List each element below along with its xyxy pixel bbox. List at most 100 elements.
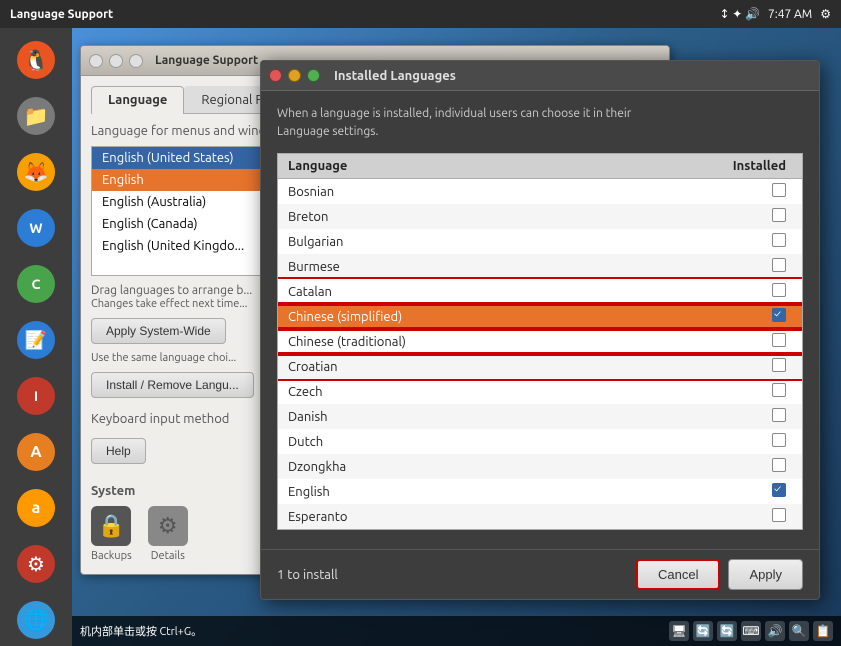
table-row[interactable]: Breton	[278, 204, 802, 229]
apply-button[interactable]: Apply	[728, 559, 803, 590]
table-row[interactable]: Chinese (traditional)	[278, 329, 802, 354]
dialog-title: Installed Languages	[334, 69, 456, 83]
lang-name-cell: Bulgarian	[278, 229, 611, 254]
catalan-checkbox[interactable]	[772, 283, 786, 297]
table-row[interactable]: Czech	[278, 379, 802, 404]
languages-table-container[interactable]: Language Installed BosnianBretonBulgaria…	[277, 153, 803, 530]
sidebar-item-amazon[interactable]: a	[9, 482, 63, 534]
dialog-maximize-button[interactable]	[307, 69, 320, 82]
lang-name-cell: Breton	[278, 204, 611, 229]
lang-name-cell: Esperanto	[278, 504, 611, 529]
bottom-icon-monitor[interactable]: 🖥	[669, 621, 689, 641]
sidebar-item-fonts[interactable]: A	[9, 426, 63, 478]
lang-name-cell: Croatian	[278, 354, 611, 379]
bottom-icon-keyboard[interactable]: ⌨	[741, 621, 761, 641]
apply-system-wide-button[interactable]: Apply System-Wide	[91, 318, 226, 344]
help-button[interactable]: Help	[91, 438, 146, 464]
dutch-checkbox[interactable]	[772, 433, 786, 447]
table-row[interactable]: Bulgarian	[278, 229, 802, 254]
network-icon: 🌐	[17, 601, 55, 639]
writer2-icon: 📝	[17, 321, 55, 359]
bosnian-checkbox[interactable]	[772, 183, 786, 197]
col-installed-header: Installed	[611, 154, 802, 179]
bottom-icon-sound[interactable]: 🔊	[765, 621, 785, 641]
firefox-icon: 🦊	[17, 153, 55, 191]
dialog-description: When a language is installed, individual…	[277, 105, 803, 141]
table-row[interactable]: Burmese	[278, 254, 802, 279]
english-checkbox[interactable]	[772, 483, 786, 497]
lang-installed-cell[interactable]	[611, 379, 802, 404]
lang-name-cell: Burmese	[278, 254, 611, 279]
sidebar-item-network[interactable]: 🌐	[9, 594, 63, 646]
window-minimize-button[interactable]	[109, 54, 123, 68]
details-icon-item[interactable]: ⚙ Details	[148, 506, 188, 562]
chinese_(simplified)-checkbox[interactable]	[772, 308, 786, 322]
col-language-header: Language	[278, 154, 611, 179]
system-settings-icon: ⚙	[17, 545, 55, 583]
lang-installed-cell[interactable]	[611, 404, 802, 429]
dialog-minimize-button[interactable]	[288, 69, 301, 82]
table-row[interactable]: English	[278, 479, 802, 504]
lang-installed-cell[interactable]	[611, 229, 802, 254]
sidebar-item-files[interactable]: 📁	[9, 90, 63, 142]
table-row[interactable]: Esperanto	[278, 504, 802, 529]
lang-name-cell: Dzongkha	[278, 454, 611, 479]
lang-installed-cell[interactable]	[611, 479, 802, 504]
croatian-checkbox[interactable]	[772, 358, 786, 372]
czech-checkbox[interactable]	[772, 383, 786, 397]
backups-icon-item[interactable]: 🔒 Backups	[91, 506, 132, 562]
sidebar-item-calc[interactable]: C	[9, 258, 63, 310]
cancel-button[interactable]: Cancel	[636, 559, 720, 590]
table-row[interactable]: Chinese (simplified)	[278, 304, 802, 329]
esperanto-checkbox[interactable]	[772, 508, 786, 522]
taskbar-time: 7:47 AM	[768, 8, 812, 21]
bottom-icon-search[interactable]: 🔍	[789, 621, 809, 641]
lang-name-cell: Chinese (traditional)	[278, 329, 611, 354]
bottom-icon-clipboard[interactable]: 📋	[813, 621, 833, 641]
sidebar-item-settings[interactable]: ⚙	[9, 538, 63, 590]
table-row[interactable]: Croatian	[278, 354, 802, 379]
taskbar-icons: ↕ ✦ 🔊	[719, 7, 760, 21]
lang-installed-cell[interactable]	[611, 329, 802, 354]
footer-buttons: Cancel Apply	[636, 559, 803, 590]
burmese-checkbox[interactable]	[772, 258, 786, 272]
taskbar-right: ↕ ✦ 🔊 7:47 AM ⚙	[719, 7, 831, 21]
lang-installed-cell[interactable]	[611, 429, 802, 454]
taskbar-title: Language Support	[10, 8, 113, 21]
window-close-button[interactable]	[89, 54, 103, 68]
window-maximize-button[interactable]	[129, 54, 143, 68]
lang-installed-cell[interactable]	[611, 254, 802, 279]
tab-language[interactable]: Language	[91, 86, 184, 114]
taskbar-settings-icon[interactable]: ⚙	[820, 7, 831, 21]
footer-info: 1 to install	[277, 568, 338, 582]
lang-installed-cell[interactable]	[611, 179, 802, 205]
top-taskbar: Language Support ↕ ✦ 🔊 7:47 AM ⚙	[0, 0, 841, 28]
sidebar-item-firefox[interactable]: 🦊	[9, 146, 63, 198]
table-row[interactable]: Catalan	[278, 279, 802, 304]
lang-installed-cell[interactable]	[611, 304, 802, 329]
dialog-close-button[interactable]	[269, 69, 282, 82]
lang-installed-cell[interactable]	[611, 354, 802, 379]
impress-icon: I	[17, 377, 55, 415]
lang-installed-cell[interactable]	[611, 204, 802, 229]
table-row[interactable]: Danish	[278, 404, 802, 429]
sidebar-item-writer2[interactable]: 📝	[9, 314, 63, 366]
bottom-icon-refresh2[interactable]: 🔄	[717, 621, 737, 641]
bottom-icon-refresh1[interactable]: 🔄	[693, 621, 713, 641]
dzongkha-checkbox[interactable]	[772, 458, 786, 472]
lang-installed-cell[interactable]	[611, 504, 802, 529]
table-row[interactable]: Bosnian	[278, 179, 802, 205]
bottom-bar-text: 机内部单击或按 Ctrl+G。	[80, 623, 202, 639]
danish-checkbox[interactable]	[772, 408, 786, 422]
table-row[interactable]: Dutch	[278, 429, 802, 454]
lang-installed-cell[interactable]	[611, 279, 802, 304]
breton-checkbox[interactable]	[772, 208, 786, 222]
sidebar-item-impress[interactable]: I	[9, 370, 63, 422]
install-remove-button[interactable]: Install / Remove Langu...	[91, 372, 254, 398]
lang-installed-cell[interactable]	[611, 454, 802, 479]
bulgarian-checkbox[interactable]	[772, 233, 786, 247]
sidebar-item-writer[interactable]: W	[9, 202, 63, 254]
chinese_(traditional)-checkbox[interactable]	[772, 333, 786, 347]
sidebar-item-ubuntu[interactable]: 🐧	[9, 34, 63, 86]
table-row[interactable]: Dzongkha	[278, 454, 802, 479]
